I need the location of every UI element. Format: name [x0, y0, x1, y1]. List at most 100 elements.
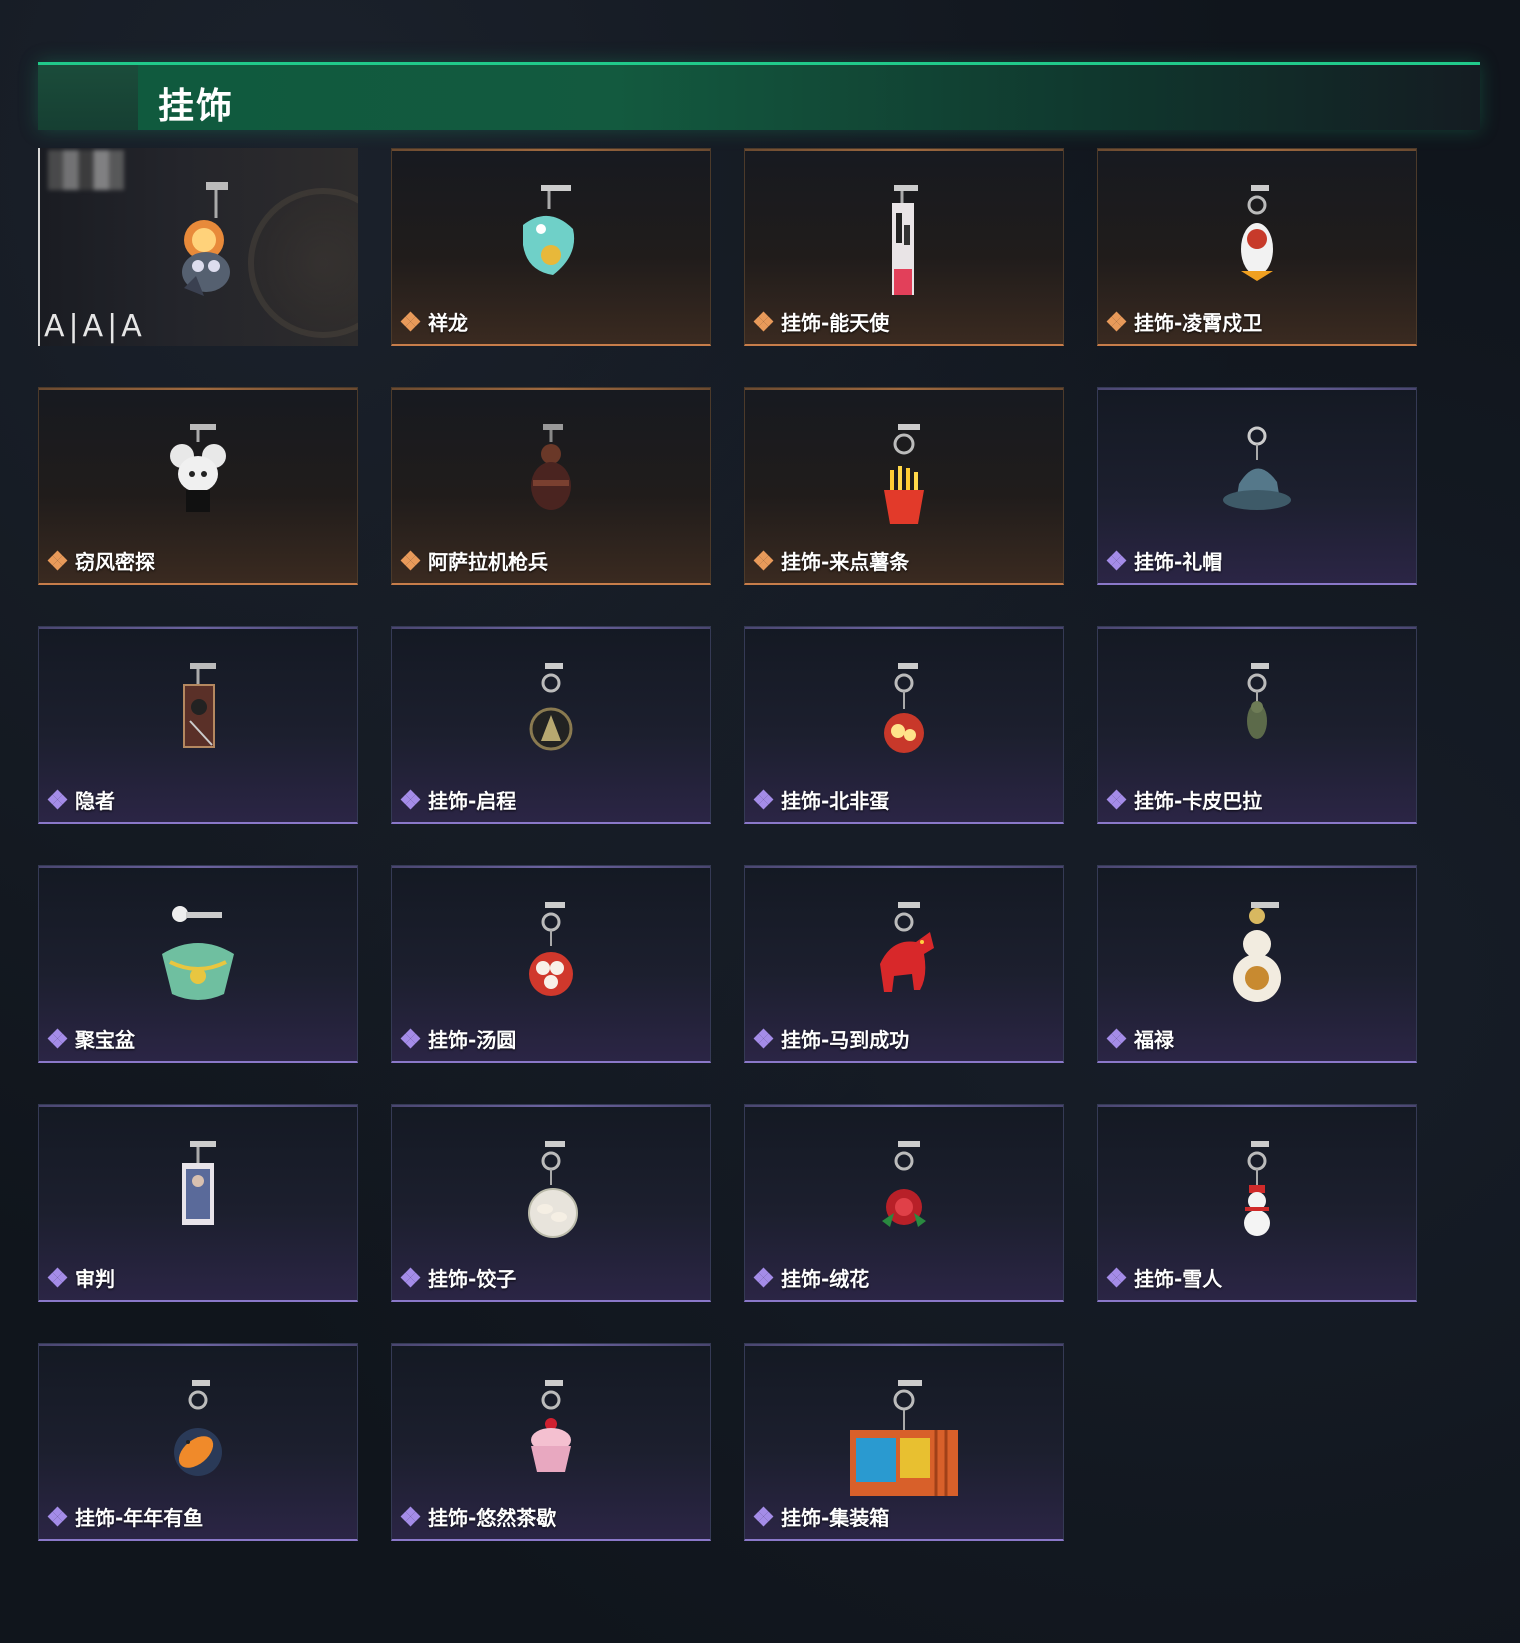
- charm-card[interactable]: 挂饰-来点薯条: [744, 387, 1064, 585]
- rarity-diamond-icon: [400, 1267, 421, 1287]
- charm-label: 挂饰-年年有鱼: [47, 1502, 204, 1531]
- snowman-charm-icon: [1244, 1141, 1270, 1236]
- tangyuan-charm-icon: [529, 902, 573, 996]
- charm-card[interactable]: 挂饰-凌霄戍卫: [1097, 148, 1417, 346]
- charm-label: 福禄: [1106, 1024, 1174, 1053]
- charm-card[interactable]: 聚宝盆: [38, 865, 358, 1063]
- charm-label: 挂饰-马到成功: [753, 1024, 910, 1053]
- judge-card-charm-icon: [182, 1141, 216, 1225]
- charm-grid: A|A|A 祥龙 挂饰-能天使 挂饰-凌霄戍卫 窃风密探 阿萨拉机枪兵 挂饰-来点薯条 挂饰…: [38, 148, 1468, 1598]
- rarity-diamond-icon: [47, 1267, 68, 1287]
- fish-charm-icon: [174, 1380, 222, 1476]
- rarity-diamond-icon: [47, 550, 68, 570]
- rarity-diamond-icon: [753, 1028, 774, 1048]
- charm-card[interactable]: 挂饰-卡皮巴拉: [1097, 626, 1417, 824]
- charm-name: 审判: [75, 1267, 115, 1291]
- charm-card[interactable]: 挂饰-启程: [391, 626, 711, 824]
- charm-label: 挂饰-来点薯条: [753, 546, 909, 575]
- charm-name: 挂饰-卡皮巴拉: [1134, 789, 1263, 813]
- charm-label: 聚宝盆: [47, 1024, 135, 1053]
- coin-emblem-icon: [248, 188, 358, 338]
- charm-label: 挂饰-雪人: [1106, 1263, 1223, 1292]
- rarity-diamond-icon: [400, 1028, 421, 1048]
- charm-name: 福禄: [1134, 1028, 1174, 1052]
- charm-label: 挂饰-能天使: [753, 307, 890, 336]
- rarity-diamond-icon: [400, 311, 421, 331]
- charm-card[interactable]: 挂饰-雪人: [1097, 1104, 1417, 1302]
- charm-label: 挂饰-汤圆: [400, 1024, 517, 1053]
- charm-card[interactable]: 挂饰-汤圆: [391, 865, 711, 1063]
- rarity-diamond-icon: [1106, 550, 1127, 570]
- charm-card[interactable]: 挂饰-集装箱: [744, 1343, 1064, 1541]
- section-title: 挂饰: [158, 86, 235, 127]
- charm-name: 挂饰-雪人: [1134, 1267, 1223, 1291]
- charm-card[interactable]: 挂饰-年年有鱼: [38, 1343, 358, 1541]
- charm-name: 挂饰-绒花: [781, 1267, 870, 1291]
- charm-label: 审判: [47, 1263, 115, 1292]
- charm-label: 挂饰-凌霄戍卫: [1106, 307, 1263, 336]
- charm-card[interactable]: 祥龙: [391, 148, 711, 346]
- rarity-diamond-icon: [753, 550, 774, 570]
- penguin-charm-icon: [1241, 185, 1273, 281]
- header-decoration: [38, 65, 138, 130]
- charm-name: 挂饰-礼帽: [1134, 550, 1223, 574]
- charm-label: 挂饰-集装箱: [753, 1502, 890, 1531]
- charm-label: 挂饰-礼帽: [1106, 546, 1223, 575]
- rarity-diamond-icon: [753, 1267, 774, 1287]
- charm-label: 挂饰-悠然茶歇: [400, 1502, 557, 1531]
- charm-label: 窃风密探: [47, 546, 155, 575]
- charm-name: 挂饰-启程: [428, 789, 517, 813]
- rarity-diamond-icon: [1106, 311, 1127, 331]
- tag-charm-icon: [892, 185, 918, 295]
- gourd-charm-icon: [1233, 902, 1281, 1002]
- charm-label: 挂饰-饺子: [400, 1263, 517, 1292]
- charm-card[interactable]: 挂饰-能天使: [744, 148, 1064, 346]
- egg-dish-charm-icon: [884, 663, 924, 753]
- charm-name: 挂饰-汤圆: [428, 1028, 517, 1052]
- badge-charm-icon: [529, 663, 573, 751]
- dumpling-charm-icon: [528, 1141, 578, 1238]
- rarity-diamond-icon: [47, 1028, 68, 1048]
- charm-card[interactable]: 挂饰-马到成功: [744, 865, 1064, 1063]
- charm-name: 挂饰-北非蛋: [781, 789, 890, 813]
- charm-card[interactable]: 审判: [38, 1104, 358, 1302]
- capybara-charm-icon: [1247, 663, 1269, 739]
- rarity-diamond-icon: [753, 311, 774, 331]
- blurred-badge: [48, 150, 124, 190]
- charm-name: 挂饰-年年有鱼: [75, 1506, 204, 1530]
- charm-name: 挂饰-饺子: [428, 1267, 517, 1291]
- rarity-diamond-icon: [400, 1506, 421, 1526]
- charm-card[interactable]: 窃风密探: [38, 387, 358, 585]
- soldier-charm-icon: [531, 424, 571, 510]
- charm-label: 挂饰-北非蛋: [753, 785, 890, 814]
- charm-card[interactable]: 福禄: [1097, 865, 1417, 1063]
- rarity-diamond-icon: [400, 550, 421, 570]
- charm-name: 挂饰-凌霄戍卫: [1134, 311, 1263, 335]
- charm-card[interactable]: 挂饰-饺子: [391, 1104, 711, 1302]
- charm-name: 祥龙: [428, 311, 468, 335]
- charm-name: 隐者: [75, 789, 115, 813]
- rarity-diamond-icon: [47, 1506, 68, 1526]
- charm-name: 挂饰-悠然茶歇: [428, 1506, 557, 1530]
- rarity-diamond-icon: [47, 789, 68, 809]
- charm-card[interactable]: 挂饰-礼帽: [1097, 387, 1417, 585]
- charm-card[interactable]: 挂饰-北非蛋: [744, 626, 1064, 824]
- charm-card[interactable]: 隐者: [38, 626, 358, 824]
- charm-card[interactable]: 挂饰-悠然茶歇: [391, 1343, 711, 1541]
- horse-charm-icon: [880, 902, 934, 992]
- charm-name: 挂饰-马到成功: [781, 1028, 910, 1052]
- charm-name: 挂饰-能天使: [781, 311, 890, 335]
- rarity-diamond-icon: [753, 789, 774, 809]
- section-header: 挂饰: [38, 62, 1480, 130]
- charm-card[interactable]: 阿萨拉机枪兵: [391, 387, 711, 585]
- featured-charm-card[interactable]: A|A|A: [38, 148, 358, 346]
- flower-charm-icon: [882, 1141, 926, 1227]
- cupcake-charm-icon: [531, 1380, 571, 1472]
- charm-name: 窃风密探: [75, 550, 155, 574]
- charm-name: 挂饰-集装箱: [781, 1506, 890, 1530]
- charm-card[interactable]: 挂饰-绒花: [744, 1104, 1064, 1302]
- charm-label: 挂饰-卡皮巴拉: [1106, 785, 1263, 814]
- treasure-bowl-charm-icon: [162, 906, 234, 1000]
- card-charm-icon: [183, 663, 216, 748]
- mouse-charm-icon: [170, 424, 226, 512]
